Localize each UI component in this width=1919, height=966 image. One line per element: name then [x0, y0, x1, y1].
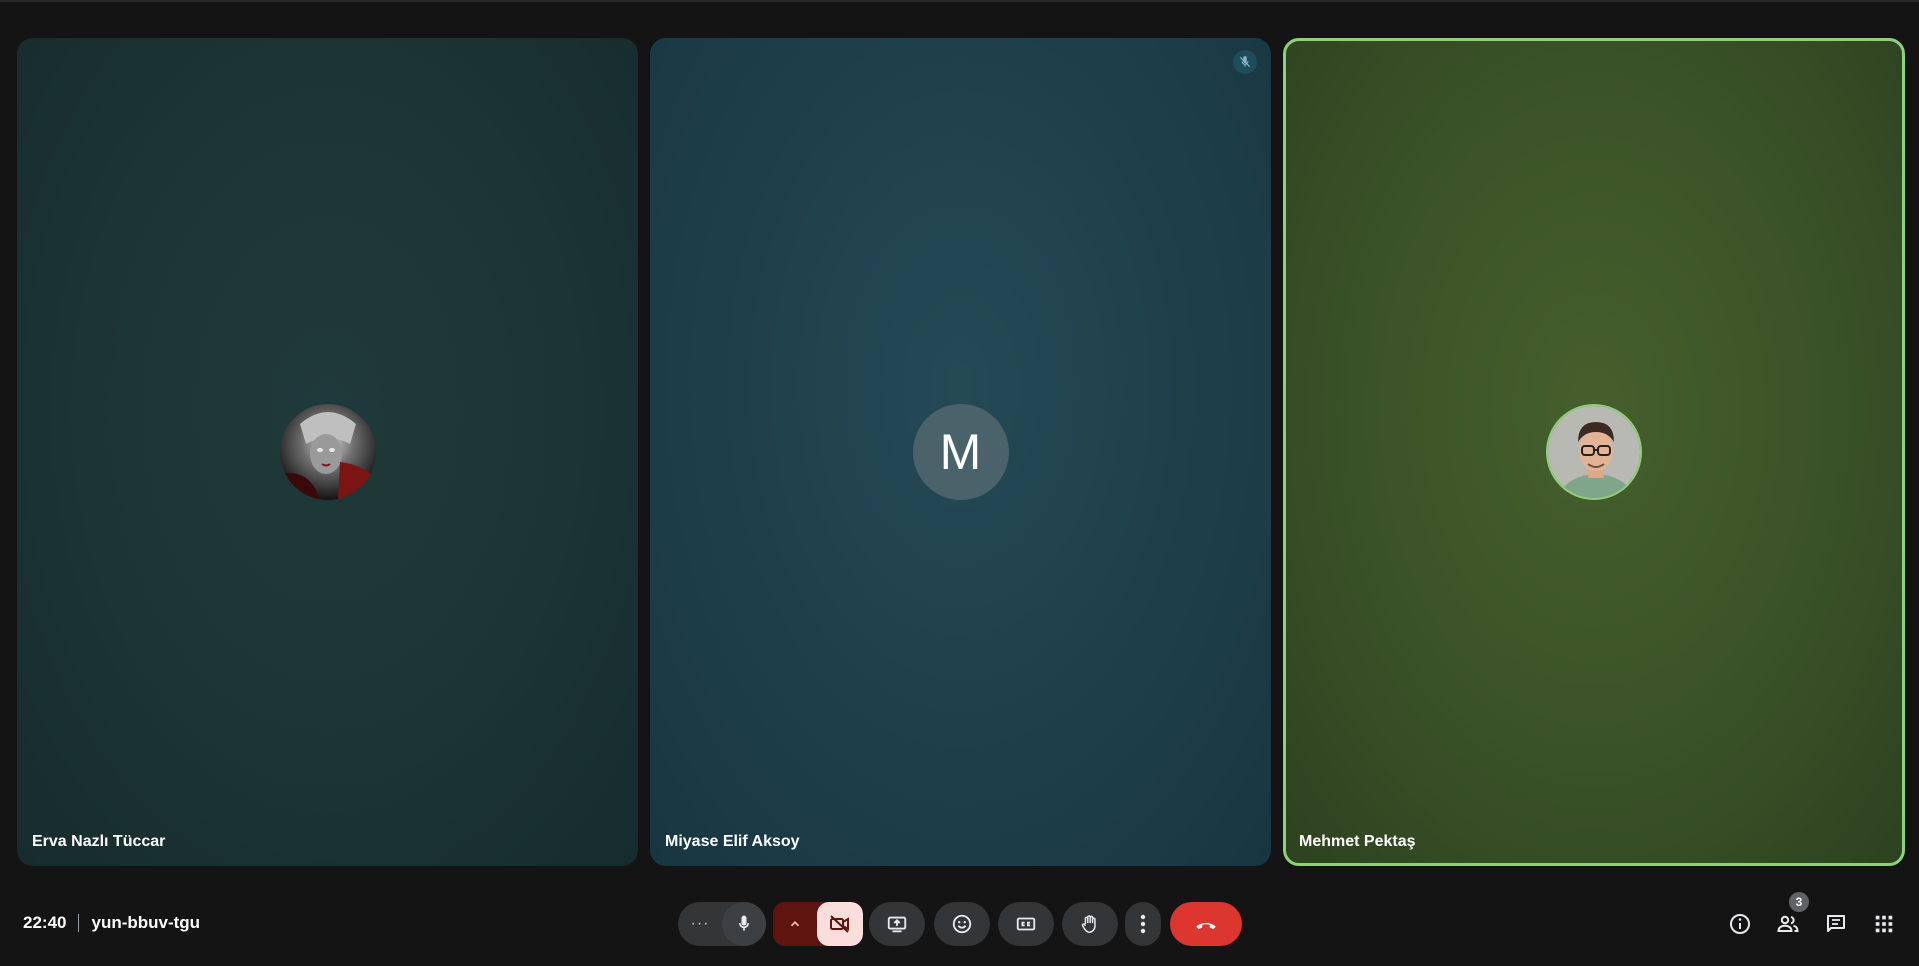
more-options-button[interactable]	[1125, 902, 1161, 946]
participant-name: Miyase Elif Aksoy	[665, 833, 800, 850]
activities-button[interactable]	[1868, 908, 1900, 940]
hang-up-icon	[1196, 923, 1216, 930]
participant-tile[interactable]: M Miyase Elif Aksoy	[650, 38, 1271, 866]
info-icon	[1730, 914, 1750, 934]
emoji-icon	[952, 914, 972, 934]
chat-button[interactable]	[1820, 908, 1852, 940]
divider	[78, 914, 80, 932]
mic-control-group: ···	[678, 902, 766, 946]
meeting-time: 22:40	[23, 913, 67, 932]
people-count-badge: 3	[1789, 892, 1809, 912]
people-icon	[1777, 915, 1799, 932]
people-button[interactable]	[1772, 908, 1804, 940]
camera-button[interactable]	[817, 902, 863, 946]
participant-tile-active-speaker[interactable]: Mehmet Pektaş	[1283, 38, 1905, 866]
mic-off-icon	[1233, 50, 1257, 74]
chat-icon	[1827, 915, 1845, 932]
chevron-up-icon	[790, 921, 800, 927]
participant-tile[interactable]: Erva Nazlı Tüccar	[17, 38, 638, 866]
participant-name: Mehmet Pektaş	[1299, 833, 1416, 850]
captions-button[interactable]	[998, 902, 1054, 946]
participant-name: Erva Nazlı Tüccar	[32, 833, 166, 850]
audio-options-button[interactable]: ···	[678, 902, 722, 946]
meeting-details-button[interactable]	[1724, 908, 1756, 940]
top-border	[0, 0, 1919, 2]
meeting-code[interactable]: yun-bbuv-tgu	[91, 913, 200, 933]
camera-off-icon	[830, 915, 849, 933]
video-options-button[interactable]	[773, 902, 817, 946]
emoji-reaction-button[interactable]	[934, 902, 990, 946]
meeting-info: 22:40 yun-bbuv-tgu	[23, 913, 200, 933]
present-screen-icon	[887, 916, 907, 933]
captions-icon	[1016, 917, 1036, 931]
participant-avatar	[279, 404, 376, 500]
raise-hand-icon	[1081, 915, 1096, 933]
leave-call-button[interactable]	[1170, 902, 1242, 946]
microphone-button[interactable]	[722, 902, 766, 946]
camera-control-group	[773, 902, 863, 946]
microphone-icon	[739, 915, 749, 931]
more-vert-icon	[1140, 914, 1146, 934]
raise-hand-button[interactable]	[1062, 902, 1118, 946]
participant-initial-avatar: M	[912, 404, 1009, 500]
apps-grid-icon	[1875, 915, 1893, 933]
participant-avatar	[1546, 404, 1642, 500]
present-screen-button[interactable]	[869, 902, 925, 946]
